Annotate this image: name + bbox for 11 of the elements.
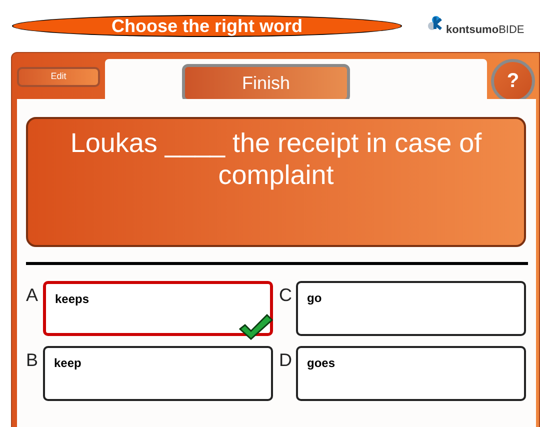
title-banner: Choose the right word <box>12 15 402 37</box>
logo-text: kontsumoBIDE <box>446 22 524 38</box>
answer-option[interactable]: go <box>296 281 526 336</box>
question-card: Loukas ____ the receipt in case of complaint <box>26 117 526 247</box>
option-letter: C <box>279 285 293 305</box>
answer-option[interactable]: keeps <box>43 281 273 336</box>
option-letter: A <box>26 285 40 305</box>
option-letter: D <box>279 350 293 370</box>
answer-option[interactable]: keep <box>43 346 273 401</box>
option-letter: B <box>26 350 40 370</box>
answer-option[interactable]: goes <box>296 346 526 401</box>
